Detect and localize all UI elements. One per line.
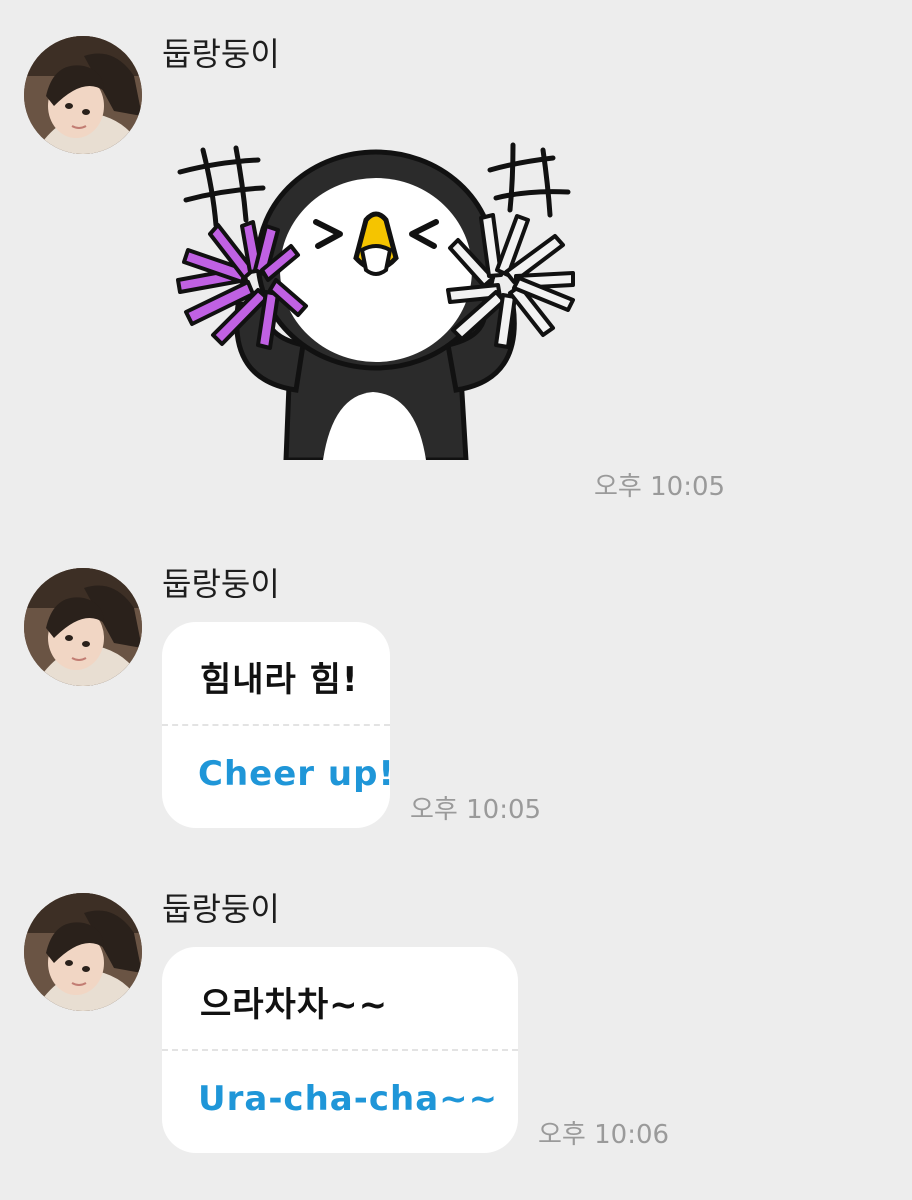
message-timestamp: 오후 10:06 bbox=[538, 1120, 670, 1150]
message-timestamp: 오후 10:05 bbox=[594, 472, 726, 502]
message-bubble[interactable]: 으라차차~~ Ura-cha-cha~~ bbox=[162, 947, 518, 1153]
sender-name: 둡랑둥이 bbox=[162, 565, 280, 603]
chat-message-sticker: 둡랑둥이 오후 10:05 bbox=[0, 0, 912, 520]
sender-avatar[interactable] bbox=[24, 36, 142, 154]
message-text-korean: 힘내라 힘! bbox=[200, 660, 359, 700]
sender-name: 둡랑둥이 bbox=[162, 890, 280, 928]
message-timestamp: 오후 10:05 bbox=[410, 795, 542, 825]
message-text-korean: 으라차차~~ bbox=[200, 985, 389, 1025]
chat-message-card: 둡랑둥이 힘내라 힘! Cheer up! 오후 10:05 bbox=[0, 560, 912, 850]
message-text-english: Cheer up! bbox=[198, 754, 395, 794]
chat-message-card: 둡랑둥이 으라차차~~ Ura-cha-cha~~ 오후 10:06 bbox=[0, 885, 912, 1185]
cheering-penguin-sticker[interactable] bbox=[158, 130, 588, 463]
sender-avatar[interactable] bbox=[24, 568, 142, 686]
bubble-divider bbox=[162, 724, 390, 726]
message-bubble[interactable]: 힘내라 힘! Cheer up! bbox=[162, 622, 394, 828]
bubble-divider bbox=[162, 1049, 518, 1051]
sender-name: 둡랑둥이 bbox=[162, 35, 280, 73]
sender-avatar[interactable] bbox=[24, 893, 142, 1011]
message-text-english: Ura-cha-cha~~ bbox=[198, 1079, 499, 1119]
